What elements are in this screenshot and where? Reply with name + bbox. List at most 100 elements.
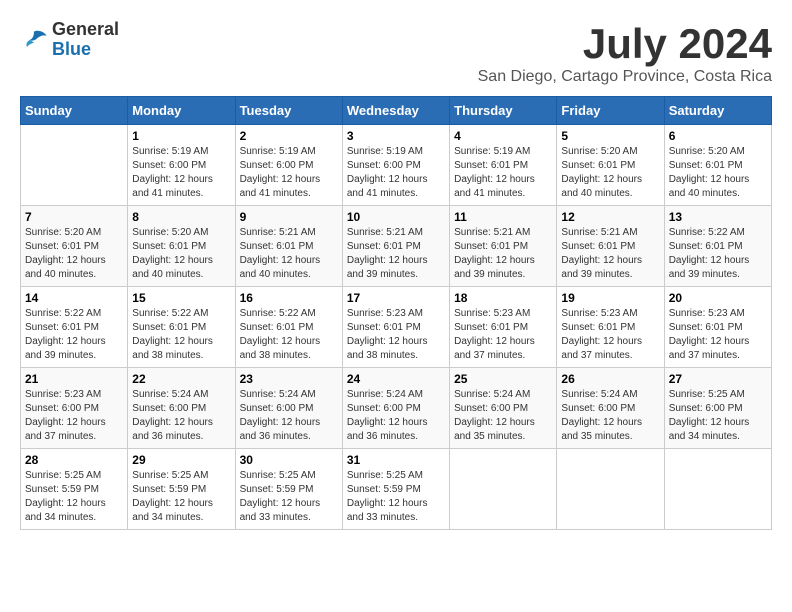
- logo-icon: [20, 26, 48, 54]
- calendar-cell: 29 Sunrise: 5:25 AMSunset: 5:59 PMDaylig…: [128, 449, 235, 530]
- calendar-cell: 26 Sunrise: 5:24 AMSunset: 6:00 PMDaylig…: [557, 368, 664, 449]
- header-wednesday: Wednesday: [342, 97, 449, 125]
- day-info: Sunrise: 5:23 AMSunset: 6:01 PMDaylight:…: [561, 307, 659, 363]
- calendar-cell: 6 Sunrise: 5:20 AMSunset: 6:01 PMDayligh…: [664, 125, 771, 206]
- day-info: Sunrise: 5:20 AMSunset: 6:01 PMDaylight:…: [669, 145, 767, 201]
- day-number: 17: [347, 291, 445, 305]
- title-section: July 2024 San Diego, Cartago Province, C…: [478, 20, 772, 86]
- day-number: 16: [240, 291, 338, 305]
- calendar-cell: 24 Sunrise: 5:24 AMSunset: 6:00 PMDaylig…: [342, 368, 449, 449]
- day-info: Sunrise: 5:22 AMSunset: 6:01 PMDaylight:…: [669, 226, 767, 282]
- day-number: 24: [347, 372, 445, 386]
- day-info: Sunrise: 5:23 AMSunset: 6:01 PMDaylight:…: [454, 307, 552, 363]
- header-sunday: Sunday: [21, 97, 128, 125]
- calendar-cell: [557, 449, 664, 530]
- calendar-week-4: 28 Sunrise: 5:25 AMSunset: 5:59 PMDaylig…: [21, 449, 772, 530]
- day-info: Sunrise: 5:21 AMSunset: 6:01 PMDaylight:…: [347, 226, 445, 282]
- calendar-week-3: 21 Sunrise: 5:23 AMSunset: 6:00 PMDaylig…: [21, 368, 772, 449]
- day-number: 6: [669, 129, 767, 143]
- day-number: 31: [347, 453, 445, 467]
- day-info: Sunrise: 5:24 AMSunset: 6:00 PMDaylight:…: [347, 388, 445, 444]
- day-info: Sunrise: 5:24 AMSunset: 6:00 PMDaylight:…: [132, 388, 230, 444]
- calendar-cell: 5 Sunrise: 5:20 AMSunset: 6:01 PMDayligh…: [557, 125, 664, 206]
- day-number: 8: [132, 210, 230, 224]
- day-info: Sunrise: 5:24 AMSunset: 6:00 PMDaylight:…: [240, 388, 338, 444]
- day-info: Sunrise: 5:23 AMSunset: 6:00 PMDaylight:…: [25, 388, 123, 444]
- day-info: Sunrise: 5:23 AMSunset: 6:01 PMDaylight:…: [347, 307, 445, 363]
- day-info: Sunrise: 5:25 AMSunset: 5:59 PMDaylight:…: [132, 469, 230, 525]
- logo-blue: Blue: [52, 40, 119, 60]
- day-info: Sunrise: 5:19 AMSunset: 6:01 PMDaylight:…: [454, 145, 552, 201]
- day-number: 26: [561, 372, 659, 386]
- calendar-cell: 8 Sunrise: 5:20 AMSunset: 6:01 PMDayligh…: [128, 206, 235, 287]
- day-number: 13: [669, 210, 767, 224]
- calendar-cell: 19 Sunrise: 5:23 AMSunset: 6:01 PMDaylig…: [557, 287, 664, 368]
- logo: General Blue: [20, 20, 119, 60]
- day-info: Sunrise: 5:20 AMSunset: 6:01 PMDaylight:…: [132, 226, 230, 282]
- day-number: 1: [132, 129, 230, 143]
- calendar-cell: 18 Sunrise: 5:23 AMSunset: 6:01 PMDaylig…: [450, 287, 557, 368]
- calendar-cell: 10 Sunrise: 5:21 AMSunset: 6:01 PMDaylig…: [342, 206, 449, 287]
- calendar-cell: [664, 449, 771, 530]
- day-number: 9: [240, 210, 338, 224]
- header-saturday: Saturday: [664, 97, 771, 125]
- header-row: Sunday Monday Tuesday Wednesday Thursday…: [21, 97, 772, 125]
- calendar-cell: 25 Sunrise: 5:24 AMSunset: 6:00 PMDaylig…: [450, 368, 557, 449]
- day-info: Sunrise: 5:21 AMSunset: 6:01 PMDaylight:…: [561, 226, 659, 282]
- calendar-cell: 4 Sunrise: 5:19 AMSunset: 6:01 PMDayligh…: [450, 125, 557, 206]
- day-number: 12: [561, 210, 659, 224]
- calendar-cell: 12 Sunrise: 5:21 AMSunset: 6:01 PMDaylig…: [557, 206, 664, 287]
- calendar-cell: 15 Sunrise: 5:22 AMSunset: 6:01 PMDaylig…: [128, 287, 235, 368]
- calendar-cell: 22 Sunrise: 5:24 AMSunset: 6:00 PMDaylig…: [128, 368, 235, 449]
- calendar-cell: 21 Sunrise: 5:23 AMSunset: 6:00 PMDaylig…: [21, 368, 128, 449]
- day-number: 15: [132, 291, 230, 305]
- subtitle: San Diego, Cartago Province, Costa Rica: [478, 68, 772, 86]
- day-info: Sunrise: 5:19 AMSunset: 6:00 PMDaylight:…: [132, 145, 230, 201]
- day-info: Sunrise: 5:20 AMSunset: 6:01 PMDaylight:…: [561, 145, 659, 201]
- day-info: Sunrise: 5:20 AMSunset: 6:01 PMDaylight:…: [25, 226, 123, 282]
- calendar-cell: [450, 449, 557, 530]
- calendar-body: 1 Sunrise: 5:19 AMSunset: 6:00 PMDayligh…: [21, 125, 772, 530]
- day-info: Sunrise: 5:25 AMSunset: 6:00 PMDaylight:…: [669, 388, 767, 444]
- day-info: Sunrise: 5:19 AMSunset: 6:00 PMDaylight:…: [347, 145, 445, 201]
- day-number: 23: [240, 372, 338, 386]
- day-number: 3: [347, 129, 445, 143]
- calendar-cell: 7 Sunrise: 5:20 AMSunset: 6:01 PMDayligh…: [21, 206, 128, 287]
- calendar-cell: 17 Sunrise: 5:23 AMSunset: 6:01 PMDaylig…: [342, 287, 449, 368]
- calendar-cell: 20 Sunrise: 5:23 AMSunset: 6:01 PMDaylig…: [664, 287, 771, 368]
- calendar-cell: 27 Sunrise: 5:25 AMSunset: 6:00 PMDaylig…: [664, 368, 771, 449]
- calendar-cell: 11 Sunrise: 5:21 AMSunset: 6:01 PMDaylig…: [450, 206, 557, 287]
- calendar-table: Sunday Monday Tuesday Wednesday Thursday…: [20, 96, 772, 530]
- day-number: 22: [132, 372, 230, 386]
- day-number: 29: [132, 453, 230, 467]
- calendar-cell: 13 Sunrise: 5:22 AMSunset: 6:01 PMDaylig…: [664, 206, 771, 287]
- calendar-cell: 31 Sunrise: 5:25 AMSunset: 5:59 PMDaylig…: [342, 449, 449, 530]
- day-info: Sunrise: 5:22 AMSunset: 6:01 PMDaylight:…: [25, 307, 123, 363]
- day-info: Sunrise: 5:19 AMSunset: 6:00 PMDaylight:…: [240, 145, 338, 201]
- header-thursday: Thursday: [450, 97, 557, 125]
- calendar-cell: 30 Sunrise: 5:25 AMSunset: 5:59 PMDaylig…: [235, 449, 342, 530]
- day-number: 28: [25, 453, 123, 467]
- calendar-cell: 2 Sunrise: 5:19 AMSunset: 6:00 PMDayligh…: [235, 125, 342, 206]
- header-tuesday: Tuesday: [235, 97, 342, 125]
- day-info: Sunrise: 5:25 AMSunset: 5:59 PMDaylight:…: [240, 469, 338, 525]
- calendar-cell: 14 Sunrise: 5:22 AMSunset: 6:01 PMDaylig…: [21, 287, 128, 368]
- day-number: 27: [669, 372, 767, 386]
- header-monday: Monday: [128, 97, 235, 125]
- day-number: 2: [240, 129, 338, 143]
- day-number: 7: [25, 210, 123, 224]
- calendar-cell: 3 Sunrise: 5:19 AMSunset: 6:00 PMDayligh…: [342, 125, 449, 206]
- day-info: Sunrise: 5:23 AMSunset: 6:01 PMDaylight:…: [669, 307, 767, 363]
- calendar-cell: 1 Sunrise: 5:19 AMSunset: 6:00 PMDayligh…: [128, 125, 235, 206]
- day-number: 19: [561, 291, 659, 305]
- day-info: Sunrise: 5:21 AMSunset: 6:01 PMDaylight:…: [240, 226, 338, 282]
- calendar-week-2: 14 Sunrise: 5:22 AMSunset: 6:01 PMDaylig…: [21, 287, 772, 368]
- day-number: 18: [454, 291, 552, 305]
- day-number: 11: [454, 210, 552, 224]
- calendar-week-0: 1 Sunrise: 5:19 AMSunset: 6:00 PMDayligh…: [21, 125, 772, 206]
- day-info: Sunrise: 5:25 AMSunset: 5:59 PMDaylight:…: [25, 469, 123, 525]
- day-info: Sunrise: 5:25 AMSunset: 5:59 PMDaylight:…: [347, 469, 445, 525]
- calendar-header: Sunday Monday Tuesday Wednesday Thursday…: [21, 97, 772, 125]
- day-info: Sunrise: 5:22 AMSunset: 6:01 PMDaylight:…: [240, 307, 338, 363]
- day-info: Sunrise: 5:24 AMSunset: 6:00 PMDaylight:…: [454, 388, 552, 444]
